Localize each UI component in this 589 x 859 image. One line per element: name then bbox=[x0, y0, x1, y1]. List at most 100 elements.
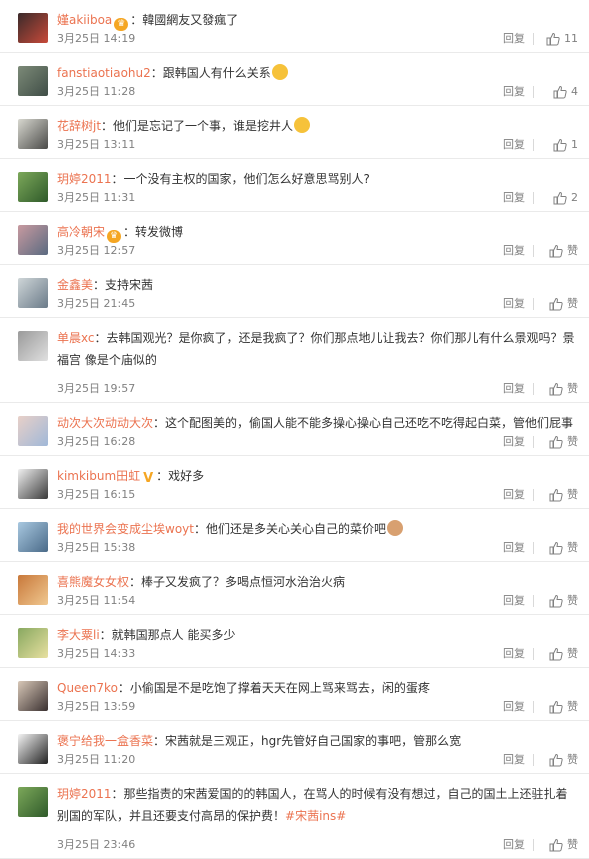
avatar[interactable] bbox=[18, 172, 48, 202]
reply-button[interactable]: 回复 bbox=[503, 699, 525, 715]
action-divider bbox=[533, 754, 534, 766]
username-link[interactable]: 玥婷2011 bbox=[57, 172, 112, 186]
like-button[interactable]: 赞 bbox=[549, 296, 578, 312]
reply-button[interactable]: 回复 bbox=[503, 243, 525, 259]
like-button[interactable]: 赞 bbox=[549, 434, 578, 450]
username-link[interactable]: kimkibum田虹 bbox=[57, 469, 140, 483]
action-divider bbox=[533, 595, 534, 607]
avatar[interactable] bbox=[18, 469, 48, 499]
comment-item: 我的世界会变成尘埃woyt：他们还是多关心关心自己的菜价吧 3月25日 15:38… bbox=[0, 509, 589, 562]
action-divider bbox=[533, 245, 534, 257]
avatar[interactable] bbox=[18, 225, 48, 255]
comment-text: fanstiaotiaohu2：跟韩国人有什么关系 bbox=[57, 62, 575, 84]
reply-button[interactable]: 回复 bbox=[503, 381, 525, 397]
avatar[interactable] bbox=[18, 13, 48, 43]
comment-body: ：跟韩国人有什么关系 bbox=[150, 66, 271, 80]
username-link[interactable]: 褒宁给我一盒香菜 bbox=[57, 734, 153, 748]
comment-item: 动次大次动动大次：这个配图美的，偷国人能不能多操心操心自己还吃不吃得起白菜，管他… bbox=[0, 403, 589, 456]
reply-button[interactable]: 回复 bbox=[503, 593, 525, 609]
comment-body: ：转发微博 bbox=[123, 225, 184, 239]
like-button[interactable]: 赞 bbox=[549, 699, 578, 715]
action-divider bbox=[533, 86, 534, 98]
username-link[interactable]: 我的世界会变成尘埃woyt bbox=[57, 522, 194, 536]
like-button[interactable]: 赞 bbox=[549, 752, 578, 768]
comment-time: 3月25日 23:46 bbox=[57, 838, 136, 851]
username-link[interactable]: 玥婷2011 bbox=[57, 787, 112, 801]
like-button[interactable]: 赞 bbox=[549, 837, 578, 853]
reply-button[interactable]: 回复 bbox=[503, 31, 525, 47]
avatar[interactable] bbox=[18, 278, 48, 308]
comment-text: 金鑫美：支持宋茜 bbox=[57, 274, 575, 296]
comment-item: 花辞树jt：他们是忘记了一个事，谁是挖井人 3月25日 13:11 回复 1 bbox=[0, 106, 589, 159]
comment-time: 3月25日 19:57 bbox=[57, 382, 136, 395]
reply-button[interactable]: 回复 bbox=[503, 84, 525, 100]
comment-body: ：这个配图美的，偷国人能不能多操心操心自己还吃不吃得起白菜，管他们屁事 bbox=[153, 416, 574, 430]
username-link[interactable]: 单晨xc bbox=[57, 331, 95, 345]
username-link[interactable]: 金鑫美 bbox=[57, 278, 93, 292]
username-link[interactable]: 嫤akiiboa bbox=[57, 13, 112, 27]
like-button[interactable]: 11 bbox=[546, 31, 578, 47]
like-button[interactable]: 2 bbox=[553, 190, 578, 206]
username-link[interactable]: 动次大次动动大次 bbox=[57, 416, 153, 430]
comment-body: ：他们是忘记了一个事，谁是挖井人 bbox=[101, 119, 294, 133]
avatar[interactable] bbox=[18, 628, 48, 658]
like-count: 4 bbox=[571, 85, 578, 98]
username-link[interactable]: 花辞树jt bbox=[57, 119, 101, 133]
thumbs-up-icon bbox=[549, 700, 563, 714]
reply-button[interactable]: 回复 bbox=[503, 137, 525, 153]
like-button[interactable]: 4 bbox=[553, 84, 578, 100]
comment-time: 3月25日 14:33 bbox=[57, 647, 136, 660]
avatar[interactable] bbox=[18, 681, 48, 711]
like-button[interactable]: 赞 bbox=[549, 593, 578, 609]
reply-button[interactable]: 回复 bbox=[503, 296, 525, 312]
topic-link[interactable]: #宋茜ins# bbox=[285, 809, 346, 823]
thumbs-up-icon bbox=[549, 244, 563, 258]
like-count: 赞 bbox=[567, 647, 578, 660]
comment-text: 玥婷2011：一个没有主权的国家，他们怎么好意思骂别人? bbox=[57, 168, 575, 190]
comment-item: 嫤akiiboa ♛ ：韓國網友又發瘋了 3月25日 14:19 回复 11 bbox=[0, 0, 589, 53]
grin-emoji-icon bbox=[294, 117, 311, 133]
avatar[interactable] bbox=[18, 787, 48, 817]
like-count: 赞 bbox=[567, 838, 578, 851]
comment-item: 李大粟li：就韩国那点人 能买多少 3月25日 14:33 回复赞 bbox=[0, 615, 589, 668]
reply-button[interactable]: 回复 bbox=[503, 646, 525, 662]
avatar[interactable] bbox=[18, 331, 48, 361]
reply-button[interactable]: 回复 bbox=[503, 434, 525, 450]
like-count: 赞 bbox=[567, 541, 578, 554]
username-link[interactable]: 高冷朝宋 bbox=[57, 225, 105, 239]
cat-emoji-icon bbox=[386, 520, 403, 536]
comment-body: ：棒子又发疯了？多喝点恒河水治治火病 bbox=[129, 575, 346, 589]
reply-button[interactable]: 回复 bbox=[503, 837, 525, 853]
avatar[interactable] bbox=[18, 522, 48, 552]
username-link[interactable]: 李大粟li bbox=[57, 628, 100, 642]
avatar[interactable] bbox=[18, 734, 48, 764]
vip-crown-icon: ♛ bbox=[114, 18, 129, 31]
like-count: 赞 bbox=[567, 700, 578, 713]
comment-body: ：宋茜就是三观正，hgr先管好自己国家的事吧，管那么宽 bbox=[153, 734, 462, 748]
username-link[interactable]: Queen7ko bbox=[57, 681, 118, 695]
reply-button[interactable]: 回复 bbox=[503, 190, 525, 206]
avatar[interactable] bbox=[18, 119, 48, 149]
avatar[interactable] bbox=[18, 575, 48, 605]
username-link[interactable]: 喜熊魔女女权 bbox=[57, 575, 129, 589]
thumbs-up-icon bbox=[549, 435, 563, 449]
like-button[interactable]: 赞 bbox=[549, 381, 578, 397]
like-count: 赞 bbox=[567, 382, 578, 395]
comment-body: ：去韩国观光？是你疯了，还是我疯了？你们那点地儿让我去？你们那儿有什么景观吗？景… bbox=[57, 331, 575, 367]
reply-button[interactable]: 回复 bbox=[503, 487, 525, 503]
avatar[interactable] bbox=[18, 416, 48, 446]
like-button[interactable]: 1 bbox=[553, 137, 578, 153]
like-button[interactable]: 赞 bbox=[549, 646, 578, 662]
avatar[interactable] bbox=[18, 66, 48, 96]
reply-button[interactable]: 回复 bbox=[503, 752, 525, 768]
username-link[interactable]: fanstiaotiaohu2 bbox=[57, 66, 151, 80]
like-button[interactable]: 赞 bbox=[549, 487, 578, 503]
reply-button[interactable]: 回复 bbox=[503, 540, 525, 556]
laugh-cry-emoji-icon bbox=[271, 64, 288, 80]
thumbs-up-icon bbox=[549, 297, 563, 311]
like-button[interactable]: 赞 bbox=[549, 540, 578, 556]
like-button[interactable]: 赞 bbox=[549, 243, 578, 259]
vip-crown-icon: ♛ bbox=[107, 230, 122, 243]
comment-text: 高冷朝宋 ♛ ：转发微博 bbox=[57, 221, 575, 243]
comment-item: 玥婷2011：那些指责的宋茜爱国的的韩国人，在骂人的时候有没有想过，自己的国土上… bbox=[0, 774, 589, 859]
